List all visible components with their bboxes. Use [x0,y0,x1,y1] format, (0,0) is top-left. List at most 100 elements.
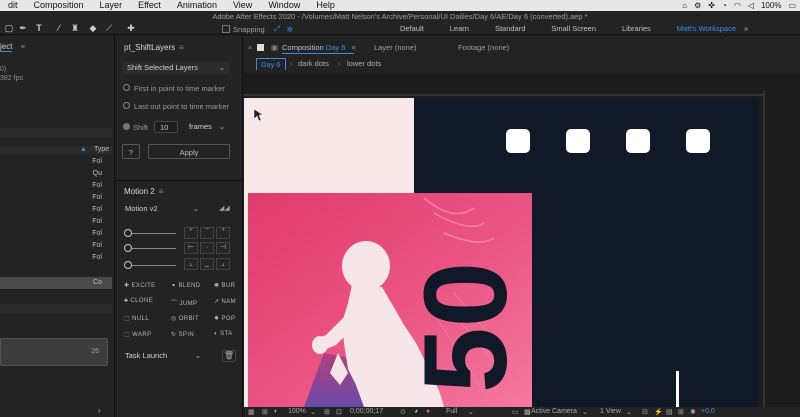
menu-window[interactable]: Window [260,0,308,11]
status-icon-1[interactable]: ⌂ [682,0,687,11]
panel-menu-icon[interactable]: ≡ [159,187,164,196]
anchor-right-icon[interactable]: ⊣ [216,242,230,254]
menu-help[interactable]: Help [308,0,343,11]
excite-button[interactable]: ✚ EXCITE [124,282,156,289]
anchor-top-icon[interactable]: ‾ [200,227,214,239]
project-row[interactable]: Fol [0,204,112,216]
radio-shift[interactable] [123,123,130,130]
stare-button[interactable]: ◐ STA [214,331,233,337]
motion-graph-icon[interactable]: ◢◢ [219,204,239,213]
shift-amount-input[interactable]: 10 [154,121,178,133]
composition-tab[interactable]: Composition Day 6 ≡ [282,43,356,52]
type-tool-icon[interactable]: T [34,24,44,33]
transparency-icon[interactable]: ▩ [524,408,531,416]
menu-view[interactable]: View [225,0,260,11]
channel-icon[interactable]: ● [426,408,430,415]
project-row[interactable]: Fol [0,228,112,240]
rect-tool-icon[interactable]: ▢ [4,24,14,33]
guides-icon[interactable]: ⊡ [336,408,342,416]
region-icon[interactable]: ▭ [512,408,519,416]
breadcrumb-lower-dots[interactable]: lower dots [347,59,381,68]
pen-tool-icon[interactable]: ✒ [18,24,28,33]
eraser-tool-icon[interactable]: ◆ [88,24,98,33]
project-scrollbar[interactable] [0,304,112,313]
project-row[interactable]: Fol [0,240,112,252]
view-layout-dropdown[interactable]: 1 View [600,408,621,415]
workspace-standard[interactable]: Standard [495,24,525,34]
flowchart-icon[interactable]: ⊞ [678,408,684,416]
composition-viewer[interactable]: 50 [244,73,800,407]
task-launch-dropdown[interactable]: Task Launch ⌄ [120,350,206,362]
motion-slider-1-knob[interactable] [124,229,132,237]
volume-icon[interactable]: ◁ [748,0,754,11]
radio-last-out-point[interactable] [123,102,130,109]
wifi-icon[interactable]: ◠ [734,0,741,11]
menu-layer[interactable]: Layer [92,0,131,11]
menu-composition[interactable]: Composition [26,0,92,11]
camera-dropdown[interactable]: Active Camera [531,408,577,415]
warp-button[interactable]: ⬚ WARP [124,331,152,338]
apply-button[interactable]: Apply [148,144,230,159]
panel-menu-icon[interactable]: ≡ [179,43,184,52]
anchor-left-icon[interactable]: ⊢ [184,242,198,254]
status-icon-4[interactable]: ◔ [722,0,727,11]
pixel-aspect-icon[interactable]: ⊟ [642,408,648,416]
snapshot-icon[interactable]: ⊙ [400,408,406,416]
workspace-libraries[interactable]: Libraries [622,24,651,34]
anchor-center-icon[interactable]: · [200,242,214,254]
close-tab-icon[interactable]: × [248,43,252,52]
layer-tab[interactable]: Layer (none) [374,43,417,52]
burst-button[interactable]: ✺ BUR [214,282,235,289]
timecode[interactable]: 0;00;00;17 [350,408,383,415]
anchor-bottom-left-icon[interactable]: ⌞ [184,258,198,270]
jump-button[interactable]: ⌒ JUMP [171,298,197,307]
workspace-small-screen[interactable]: Small Screen [551,24,596,34]
motion-slider-3[interactable] [128,265,176,266]
workspace-overflow-icon[interactable]: » [744,24,748,34]
workspace-matts[interactable]: Matt's Workspace [677,24,736,34]
blend-button[interactable]: ⚭ BLEND [171,282,201,289]
workspace-default[interactable]: Default [400,24,424,34]
snapping-toggle[interactable]: Snapping ⤢ ✲ [222,24,293,34]
project-row[interactable]: Fol [0,216,112,228]
clone-button[interactable]: ♣ CLONE [124,298,153,304]
fast-preview-icon[interactable]: ⚡ [654,408,663,416]
chevron-right-icon[interactable]: › [98,406,101,415]
anchor-bottom-icon[interactable]: _ [200,258,214,270]
footage-tab[interactable]: Footage (none) [458,43,509,52]
motion-slider-1[interactable] [128,233,176,234]
snapping-checkbox[interactable] [222,25,230,33]
lock-tab-icon[interactable] [257,44,264,51]
roi-icon[interactable]: ⊞ [262,408,268,416]
project-tab-menu-icon[interactable]: ≡ [21,44,25,51]
snap-option-icon[interactable]: ⤢ [274,24,280,34]
snap-grid-icon[interactable]: ✲ [287,25,293,34]
help-button[interactable]: ? [122,144,140,159]
motion-slider-2-knob[interactable] [124,244,132,252]
radio-first-in-point[interactable] [123,84,130,91]
trash-icon[interactable]: 🗑 [222,350,236,362]
timeline-icon[interactable]: ▤ [666,408,673,416]
project-row-selected[interactable]: Co [0,277,112,289]
name-button[interactable]: ↗ NAM [214,298,236,305]
motion-slider-2[interactable] [128,248,176,249]
workspace-learn[interactable]: Learn [450,24,469,34]
roto-brush-icon[interactable]: ⟋ [104,24,114,33]
type-column-header[interactable]: Type [94,146,109,153]
sort-up-icon[interactable]: ▲ [80,146,87,153]
preview-icon[interactable]: ▦ [248,408,255,416]
anchor-top-left-icon[interactable]: ⌜ [184,227,198,239]
status-icon-2[interactable]: ⚙ [694,0,701,11]
menu-effect[interactable]: Effect [130,0,169,11]
motion-version-dropdown[interactable]: Motion v2 ⌄ [120,203,204,215]
puppet-pin-icon[interactable]: ✚ [126,24,136,33]
anchor-bottom-right-icon[interactable]: ⌟ [216,258,230,270]
exposure-value[interactable]: +0.0 [701,408,715,415]
project-tab[interactable]: ject ≡ [0,42,25,52]
breadcrumb-day6[interactable]: Day 6 [256,58,286,70]
mask-icon[interactable]: ◐ [274,408,278,415]
shift-unit-dropdown[interactable]: frames ⌄ [184,121,230,133]
status-icon-3[interactable]: ✜ [708,0,715,11]
spin-button[interactable]: ↻ SPIN [171,331,194,338]
project-row[interactable]: Fol [0,192,112,204]
